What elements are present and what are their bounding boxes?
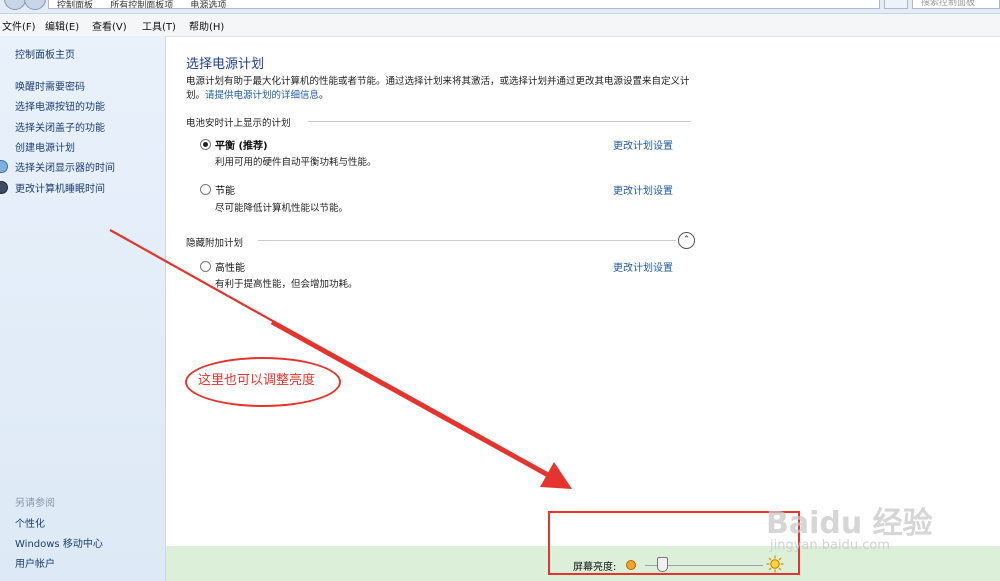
moon-icon bbox=[0, 181, 8, 194]
menu-view[interactable]: 查看(V) bbox=[92, 18, 127, 33]
search-input[interactable]: 搜索控制面板 bbox=[912, 0, 1000, 9]
menu-bar: 文件(F) 编辑(E) 查看(V) 工具(T) 帮助(H) bbox=[0, 14, 1000, 37]
change-plan-settings-link[interactable]: 更改计划设置 bbox=[613, 259, 673, 274]
plan-desc-high-performance: 有利于提高性能，但会增加功耗。 bbox=[215, 279, 358, 290]
sidebar-item-display-off[interactable]: 选择关闭显示器的时间 bbox=[15, 159, 115, 174]
sidebar-item-create-plan[interactable]: 创建电源计划 bbox=[15, 139, 75, 154]
display-icon bbox=[0, 160, 8, 173]
radio-power-saver[interactable] bbox=[200, 184, 211, 195]
refresh-button[interactable] bbox=[884, 0, 908, 9]
address-bar: 控制面板 所有控制面板项 电源选项 搜索控制面板 bbox=[0, 0, 1000, 14]
menu-help[interactable]: 帮助(H) bbox=[189, 18, 224, 33]
plan-desc-balanced: 利用可用的硬件自动平衡功耗与性能。 bbox=[215, 157, 377, 168]
see-also-personalize[interactable]: 个性化 bbox=[15, 515, 45, 530]
watermark-logo: Baidu 经验 bbox=[766, 506, 933, 541]
intro-text: 电源计划有助于最大化计算机的性能或者节能。通过选择计划来将其激活，或选择计划并通… bbox=[186, 75, 706, 103]
divider bbox=[258, 240, 676, 241]
change-plan-settings-link[interactable]: 更改计划设置 bbox=[613, 137, 673, 152]
see-also-title: 另请参阅 bbox=[15, 498, 55, 509]
plan-desc-power-saver: 尽可能降低计算机性能以节能。 bbox=[215, 203, 349, 214]
group-title-hidden-plans: 隐藏附加计划 bbox=[186, 238, 244, 249]
menu-tools[interactable]: 工具(T) bbox=[142, 18, 176, 33]
plan-name-power-saver[interactable]: 节能 bbox=[215, 182, 235, 197]
radio-balanced[interactable] bbox=[200, 139, 211, 150]
group-title-battery-meter: 电池安时计上显示的计划 bbox=[186, 118, 291, 129]
divider bbox=[308, 121, 691, 122]
change-plan-settings-link[interactable]: 更改计划设置 bbox=[613, 182, 673, 197]
plan-name-high-performance[interactable]: 高性能 bbox=[215, 259, 245, 274]
breadcrumb-item[interactable]: 所有控制面板项 bbox=[110, 2, 173, 9]
plan-details-link[interactable]: 请提供电源计划的详细信息 bbox=[205, 90, 319, 101]
collapse-chevron-icon[interactable]: ⌃ bbox=[678, 232, 695, 249]
back-button[interactable] bbox=[4, 0, 26, 10]
menu-edit[interactable]: 编辑(E) bbox=[45, 18, 79, 33]
page-title: 选择电源计划 bbox=[186, 57, 265, 72]
breadcrumb[interactable]: 控制面板 所有控制面板项 电源选项 bbox=[48, 0, 880, 9]
sidebar-item-sleep[interactable]: 更改计算机睡眠时间 bbox=[15, 180, 105, 195]
sidebar-item-lid[interactable]: 选择关闭盖子的功能 bbox=[15, 119, 105, 134]
annotation-highlight-box bbox=[548, 511, 800, 575]
plan-name-balanced[interactable]: 平衡 (推荐) bbox=[215, 137, 268, 152]
breadcrumb-item[interactable]: 电源选项 bbox=[190, 2, 226, 9]
sidebar-item-home[interactable]: 控制面板主页 bbox=[15, 46, 75, 61]
breadcrumb-item[interactable]: 控制面板 bbox=[57, 2, 93, 9]
sidebar: 控制面板主页 唤醒时需要密码 选择电源按钮的功能 选择关闭盖子的功能 创建电源计… bbox=[0, 36, 166, 581]
watermark-url: jingyan.baidu.com bbox=[770, 538, 890, 553]
see-also-user-accounts[interactable]: 用户帐户 bbox=[15, 555, 55, 570]
menu-file[interactable]: 文件(F) bbox=[2, 18, 36, 33]
intro-end: 。 bbox=[319, 90, 329, 101]
search-placeholder: 搜索控制面板 bbox=[921, 0, 976, 8]
sidebar-item-wake-password[interactable]: 唤醒时需要密码 bbox=[15, 78, 85, 93]
forward-button[interactable] bbox=[24, 0, 46, 10]
see-also-mobility-center[interactable]: Windows 移动中心 bbox=[15, 535, 103, 550]
sidebar-item-power-button[interactable]: 选择电源按钮的功能 bbox=[15, 98, 105, 113]
annotation-text: 这里也可以调整亮度 bbox=[198, 373, 316, 388]
radio-high-performance[interactable] bbox=[200, 261, 211, 272]
